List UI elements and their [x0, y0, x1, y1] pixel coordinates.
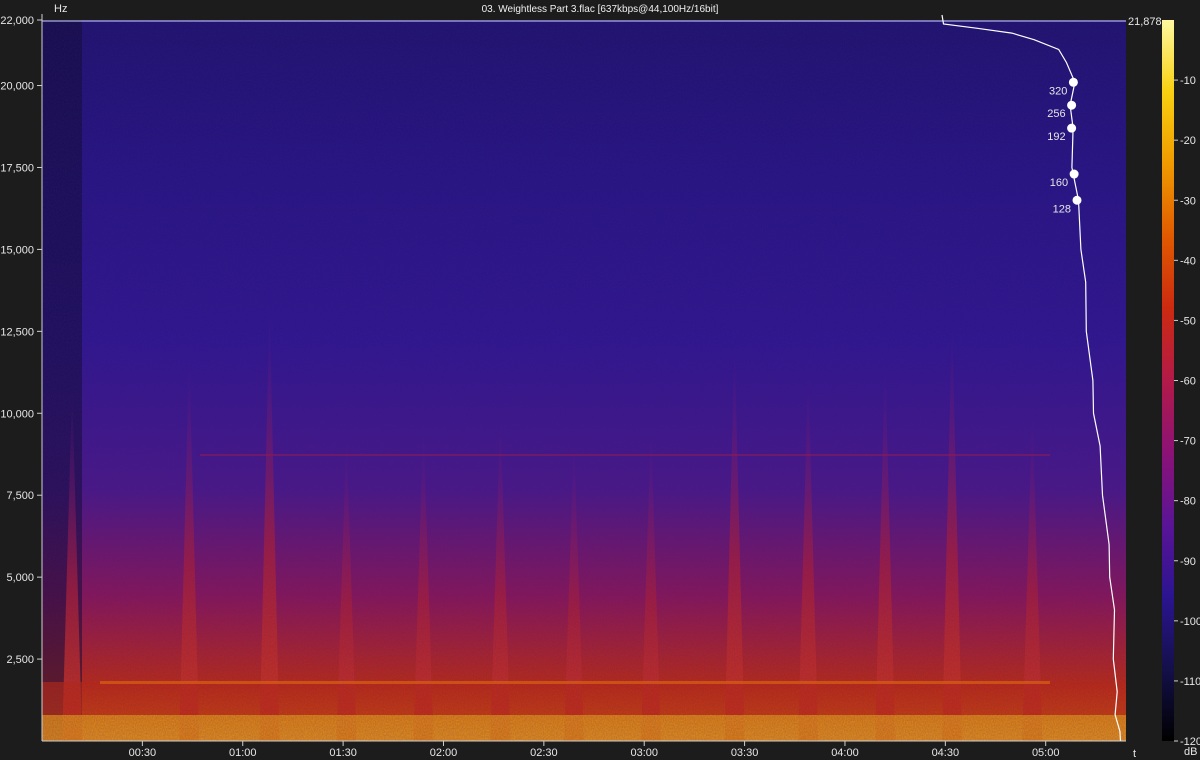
spectrogram-chart: 03. Weightless Part 3.flac [637kbps@44,1… [0, 3, 1200, 760]
spectral-line-8500 [200, 454, 1050, 456]
x-tick-label: 03:00 [630, 747, 658, 759]
colorbar-tick-label: -80 [1180, 496, 1196, 508]
y-tick-label: 2,500 [6, 654, 34, 666]
x-tick-label: 00:30 [129, 747, 157, 759]
y-axis-label: Hz [54, 3, 67, 15]
colorbar-tick-label: -90 [1180, 556, 1196, 568]
colorbar-tick-label: -10 [1180, 75, 1196, 87]
colorbar-ticks: -10-20-30-40-50-60-70-80-90-100-110-120 [1174, 75, 1200, 748]
y-ticks: 2,500 5,000 7,500 10,000 12,500 15,000 17,500 2… [0, 15, 42, 666]
colorbar-tick-label: -30 [1180, 195, 1196, 207]
colorbar-tick-label: -110 [1180, 676, 1200, 688]
bitrate-marker-label: 320 [1049, 85, 1067, 97]
colorbar-tick-label: -40 [1180, 255, 1196, 267]
bitrate-marker-label: 192 [1047, 131, 1065, 143]
colorbar-tick-label: -70 [1180, 436, 1196, 448]
y-tick-label: 17,500 [0, 162, 34, 174]
y-tick-label: 20,000 [0, 81, 34, 93]
spectral-line-1800 [100, 681, 1050, 684]
colorbar-tick-label: -20 [1180, 135, 1196, 147]
spectrogram-noise [42, 20, 1126, 741]
x-tick-label: 04:30 [932, 747, 960, 759]
x-tick-label: 01:00 [229, 747, 257, 759]
bitrate-marker-label: 128 [1053, 203, 1071, 215]
colorbar-tick-label: -100 [1180, 616, 1200, 628]
bitrate-marker-dot [1067, 123, 1077, 133]
y-tick-label: 15,000 [0, 244, 34, 256]
y-tick-label: 7,500 [6, 490, 34, 502]
chart-title: 03. Weightless Part 3.flac [637kbps@44,1… [482, 4, 719, 15]
x-tick-label: 03:30 [731, 747, 759, 759]
bitrate-marker-dot [1072, 195, 1082, 205]
x-tick-label: 01:30 [329, 747, 357, 759]
bitrate-marker-dot [1068, 77, 1078, 87]
x-axis-label: t [1133, 748, 1136, 760]
x-tick-label: 05:00 [1032, 747, 1060, 759]
bitrate-marker-dot [1069, 169, 1079, 179]
x-tick-label: 02:30 [530, 747, 558, 759]
x-tick-label: 02:00 [430, 747, 458, 759]
colorbar-tick-label: -50 [1180, 315, 1196, 327]
colorbar-tick-label: -60 [1180, 376, 1196, 388]
bitrate-marker-dot [1067, 100, 1077, 110]
cutoff-label: 21,878 [1128, 16, 1162, 28]
x-tick-label: 04:00 [831, 747, 859, 759]
spectrogram-plot [42, 20, 1126, 741]
bitrate-marker-label: 256 [1047, 108, 1065, 120]
colorbar [1162, 20, 1174, 741]
spectrogram-window: 03. Weightless Part 3.flac [637kbps@44,1… [0, 0, 1200, 760]
colorbar-unit-label: dB [1184, 746, 1197, 758]
y-tick-label: 5,000 [6, 572, 34, 584]
x-ticks: 00:30 01:00 01:30 02:00 02:30 03:00 03:30 04:00… [129, 741, 1060, 759]
y-tick-label: 12,500 [0, 326, 34, 338]
y-tick-label: 22,000 [0, 15, 34, 27]
y-tick-label: 10,000 [0, 408, 34, 420]
bitrate-marker-label: 160 [1050, 177, 1068, 189]
